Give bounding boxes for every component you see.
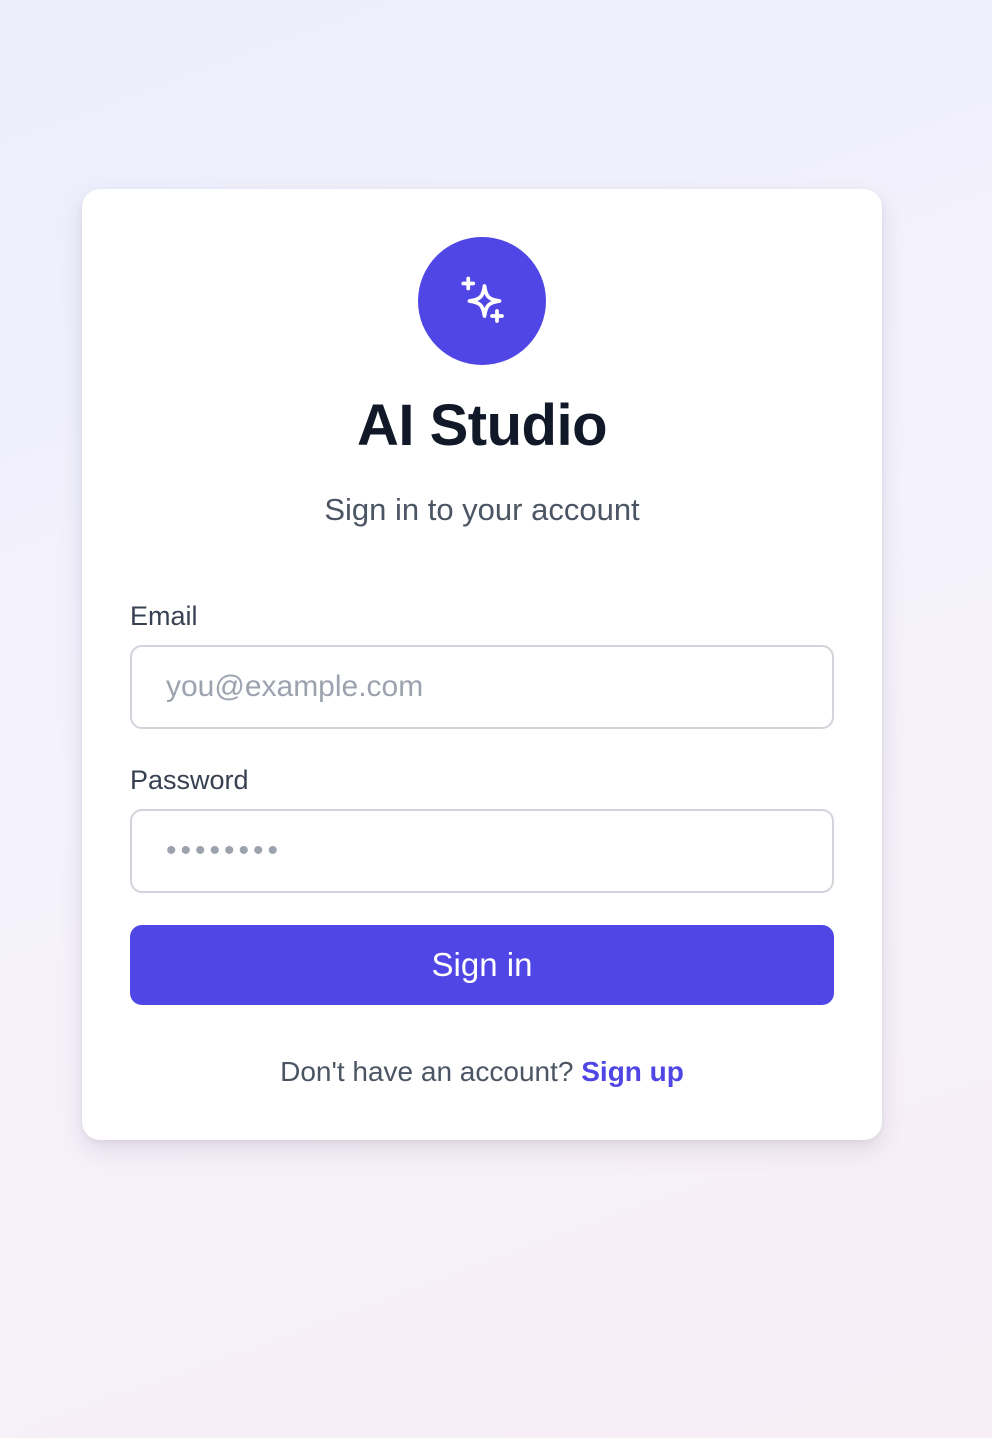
login-card: AI Studio Sign in to your account Email … <box>82 189 882 1140</box>
app-title: AI Studio <box>356 393 608 458</box>
password-field[interactable] <box>130 809 834 893</box>
signup-prompt-text: Don't have an account? <box>280 1056 574 1087</box>
password-label: Password <box>130 765 249 795</box>
logo-badge <box>418 237 546 365</box>
page-subtitle: Sign in to your account <box>324 492 640 527</box>
email-label: Email <box>130 601 198 631</box>
sparkles-icon <box>461 276 504 323</box>
email-field[interactable] <box>130 645 834 729</box>
sign-in-button[interactable]: Sign in <box>130 925 834 1005</box>
sign-up-link[interactable]: Sign up <box>581 1056 684 1087</box>
signup-prompt: Don't have an account? Sign up <box>82 1055 882 1089</box>
